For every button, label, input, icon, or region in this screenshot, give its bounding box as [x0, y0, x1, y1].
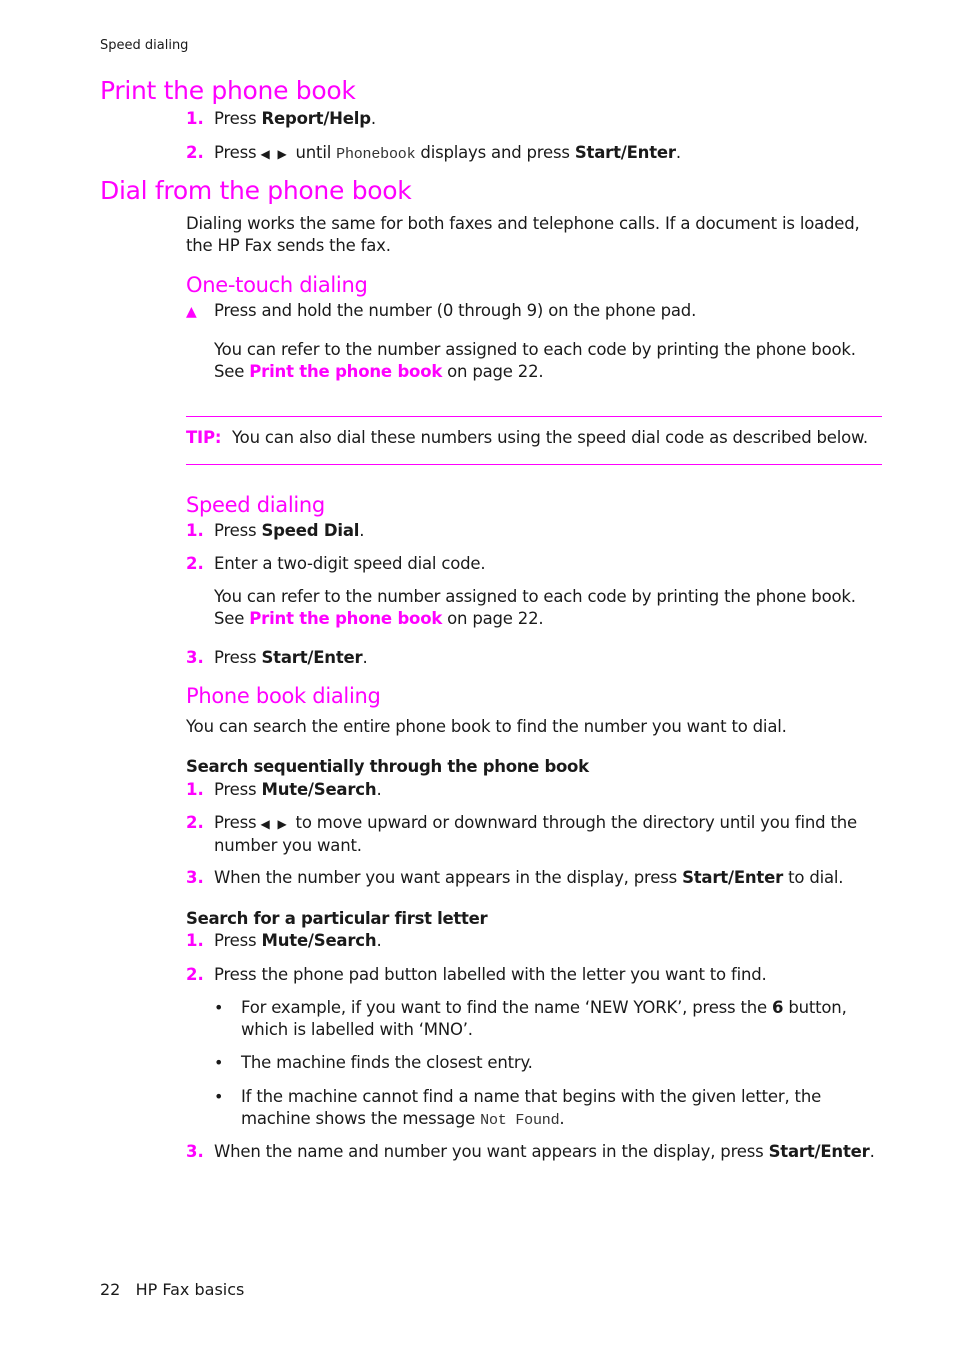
letter-step-2: Press the phone pad button labelled with… [214, 965, 767, 984]
step-number: 1. [186, 780, 204, 799]
seq-step-1: Press Mute/Search. [214, 780, 382, 799]
bullet-item: The machine finds the closest entry. [241, 1053, 533, 1072]
page-footer: 22 HP Fax basics [100, 1280, 244, 1299]
triangle-icon: ▲ [186, 304, 197, 320]
chapter-title: HP Fax basics [135, 1280, 245, 1299]
heading-print-phone-book: Print the phone book [100, 76, 356, 105]
one-touch-step: Press and hold the number (0 through 9) … [214, 301, 697, 320]
print-phone-book-link[interactable]: Print the phone book [249, 609, 442, 628]
letter-step-1: Press Mute/Search. [214, 931, 382, 950]
print-phone-book-link[interactable]: Print the phone book [249, 362, 442, 381]
tip-text: You can also dial these numbers using th… [232, 428, 868, 447]
step-number: 1. [186, 109, 204, 128]
bullet-item: If the machine cannot find a name that b… [241, 1087, 822, 1129]
right-arrow-icon: ▶ [277, 817, 287, 831]
heading-speed-dialing: Speed dialing [186, 493, 325, 517]
step-number: 1. [186, 931, 204, 950]
subheading-sequential: Search sequentially through the phone bo… [186, 757, 589, 776]
speed-step-3: Press Start/Enter. [214, 648, 368, 667]
step-number: 1. [186, 521, 204, 540]
dial-intro: Dialing works the same for both faxes an… [186, 214, 860, 255]
heading-dial-phone-book: Dial from the phone book [100, 176, 412, 205]
step-number: 2. [186, 554, 204, 573]
print-step-1: Press Report/Help. [214, 109, 376, 128]
running-header: Speed dialing [100, 38, 189, 53]
bullet-icon: • [214, 1087, 224, 1106]
seq-step-3: When the number you want appears in the … [214, 868, 844, 887]
bullet-icon: • [214, 1053, 224, 1072]
speed-note: You can refer to the number assigned to … [214, 587, 856, 628]
letter-step-3: When the name and number you want appear… [214, 1142, 875, 1161]
left-arrow-icon: ◀ [260, 817, 270, 831]
print-step-2: Press ◀ ▶ until Phonebook displays and pre… [214, 143, 681, 163]
speed-step-2: Enter a two-digit speed dial code. [214, 554, 486, 573]
step-number: 3. [186, 868, 204, 887]
page-number: 22 [100, 1280, 121, 1299]
step-number: 2. [186, 143, 204, 162]
subheading-first-letter: Search for a particular first letter [186, 909, 488, 928]
bullet-item: For example, if you want to find the nam… [241, 998, 847, 1039]
tip-rule-bottom [186, 464, 882, 465]
heading-one-touch: One-touch dialing [186, 273, 368, 297]
one-touch-note: You can refer to the number assigned to … [214, 340, 856, 381]
left-arrow-icon: ◀ [260, 147, 270, 161]
tip-label: TIP: [186, 428, 222, 447]
step-number: 3. [186, 1142, 204, 1161]
speed-step-1: Press Speed Dial. [214, 521, 365, 540]
right-arrow-icon: ▶ [277, 147, 287, 161]
step-number: 2. [186, 813, 204, 832]
phonebook-intro: You can search the entire phone book to … [186, 717, 787, 736]
heading-phone-book-dialing: Phone book dialing [186, 684, 381, 708]
step-number: 2. [186, 965, 204, 984]
tip-rule-top [186, 416, 882, 417]
bullet-icon: • [214, 998, 224, 1017]
step-number: 3. [186, 648, 204, 667]
seq-step-2: Press ◀ ▶ to move upward or downward throu… [214, 813, 857, 855]
